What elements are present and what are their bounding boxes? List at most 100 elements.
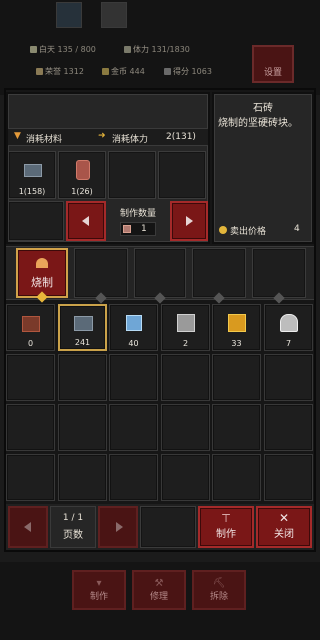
close-button[interactable]: ✕ 关闭 xyxy=(256,506,312,548)
clay-barrel-icon xyxy=(76,160,90,180)
quantity-stepper: 制作数量 1 xyxy=(108,201,168,241)
item-count: 40 xyxy=(128,339,139,348)
quantity-spacer xyxy=(8,201,64,241)
sun-icon xyxy=(30,46,37,53)
bg-stat-day: 白天 135 / 800 xyxy=(30,44,96,55)
item-count: 0 xyxy=(27,339,34,348)
page-indicator: 1 / 1 xyxy=(62,513,84,523)
tab-empty[interactable] xyxy=(134,248,186,304)
inventory-slot[interactable]: 33 xyxy=(212,304,261,351)
stamina-icon: ➜ xyxy=(98,131,106,141)
inventory-slot-empty[interactable] xyxy=(212,404,261,451)
craft-button[interactable]: ⊤ 制作 xyxy=(198,506,254,548)
inventory-slot-empty[interactable] xyxy=(161,354,210,401)
material-slot-empty[interactable] xyxy=(158,151,206,199)
pagination: 1 / 1 页数 xyxy=(50,506,96,548)
bg-repair-label: 修理 xyxy=(149,592,168,602)
tab-firing-label: 烧制 xyxy=(31,276,53,289)
arrow-right-icon xyxy=(186,216,193,226)
inventory-grid: 0 241 40 2 33 7 xyxy=(6,304,314,502)
settings-button[interactable]: 设置 xyxy=(252,45,294,83)
stamina-icon xyxy=(124,46,131,53)
inventory-slot-empty[interactable] xyxy=(212,354,261,401)
quantity-label: 制作数量 xyxy=(119,209,156,219)
bg-craft-label: 制作 xyxy=(89,592,108,602)
inventory-slot[interactable]: 0 xyxy=(6,304,55,351)
recipe-header-row: ▼ 消耗材料 ➜ 消耗体力 2(131) xyxy=(8,128,208,146)
hammer-icon: ⚒ xyxy=(154,578,164,589)
arrow-left-icon xyxy=(82,216,89,226)
page-label: 页数 xyxy=(63,530,83,541)
backpack-icon xyxy=(101,2,127,28)
material-header: 消耗材料 xyxy=(26,135,63,145)
page-prev-button[interactable] xyxy=(8,506,48,548)
inventory-slot-empty[interactable] xyxy=(264,404,313,451)
inventory-slot-empty[interactable] xyxy=(6,454,55,501)
item-count: 241 xyxy=(74,338,91,347)
sell-price-label: 卖出价格 xyxy=(230,227,267,237)
inventory-slot-empty[interactable] xyxy=(109,404,158,451)
inventory-slot[interactable]: 7 xyxy=(264,304,313,351)
tab-firing[interactable]: 烧制 xyxy=(16,248,68,303)
inventory-slot[interactable]: 40 xyxy=(109,304,158,351)
sell-price-value: 4 xyxy=(294,224,300,234)
material-slot[interactable]: 1(26) xyxy=(58,151,106,199)
item-count: 7 xyxy=(285,339,292,348)
quantity-increase-button[interactable] xyxy=(170,201,208,241)
inventory-slot-empty[interactable] xyxy=(58,354,107,401)
quantity-decrease-button[interactable] xyxy=(66,201,106,241)
inventory-slot-empty[interactable] xyxy=(6,404,55,451)
stone-brick-icon xyxy=(74,316,93,331)
close-icon: ✕ xyxy=(278,511,290,525)
bg-stat-honor: 荣誉 1312 xyxy=(36,66,84,77)
page-next-button[interactable] xyxy=(98,506,138,548)
craft-label: 制作 xyxy=(216,529,236,540)
material-count: 1(158) xyxy=(18,187,46,196)
inventory-slot-empty[interactable] xyxy=(212,454,261,501)
glass-block-icon xyxy=(126,315,142,331)
settings-label: 设置 xyxy=(263,68,282,78)
coin-icon xyxy=(219,226,227,234)
material-slot-empty[interactable] xyxy=(108,151,156,199)
tab-empty[interactable] xyxy=(74,248,128,304)
coin-icon xyxy=(102,68,109,75)
material-count: 1(26) xyxy=(71,187,93,196)
honor-icon xyxy=(36,68,43,75)
pickaxe-icon: ⛏ xyxy=(212,578,226,589)
arrow-left-icon xyxy=(24,522,31,532)
stone-brick-icon xyxy=(24,164,42,177)
inventory-slot-empty[interactable] xyxy=(161,454,210,501)
tab-empty[interactable] xyxy=(192,248,246,304)
bg-dismantle-label: 拆除 xyxy=(209,592,228,602)
bg-stat-stamina: 体力 131/1830 xyxy=(124,44,190,55)
inventory-slot-empty[interactable] xyxy=(58,454,107,501)
inventory-slot-empty[interactable] xyxy=(161,404,210,451)
character-portrait-icon xyxy=(56,2,82,28)
bg-stat-gold: 金币 444 xyxy=(102,66,145,77)
inventory-slot-empty[interactable] xyxy=(6,354,55,401)
inventory-slot-empty[interactable] xyxy=(109,354,158,401)
brick-icon xyxy=(123,225,131,233)
item-info-panel: 石砖 烧制的坚硬砖块。 卖出价格 4 xyxy=(212,92,314,244)
stamina-header: 消耗体力 xyxy=(112,135,149,145)
material-slot[interactable]: 1(158) xyxy=(8,151,56,199)
bg-repair-button: ⚒ 修理 xyxy=(132,570,186,610)
inventory-slot[interactable]: 2 xyxy=(161,304,210,351)
bg-craft-button: ▾ 制作 xyxy=(72,570,126,610)
empty-slot xyxy=(140,506,196,548)
inventory-slot-empty[interactable] xyxy=(58,404,107,451)
item-description: 烧制的坚硬砖块。 xyxy=(218,118,298,129)
inventory-slot-empty[interactable] xyxy=(109,454,158,501)
tab-empty[interactable] xyxy=(252,248,306,304)
quantity-field[interactable]: 1 xyxy=(120,222,156,236)
item-title: 石砖 xyxy=(253,103,273,114)
arrow-right-icon xyxy=(116,522,123,532)
inventory-slot-empty[interactable] xyxy=(264,454,313,501)
inventory-slot-empty[interactable] xyxy=(264,354,313,401)
score-icon xyxy=(164,68,171,75)
item-count: 2 xyxy=(182,339,189,348)
kiln-icon xyxy=(36,258,48,268)
chest-icon xyxy=(22,316,40,332)
stamina-cost: 2(131) xyxy=(166,132,196,142)
inventory-slot-selected[interactable]: 241 xyxy=(58,304,107,351)
